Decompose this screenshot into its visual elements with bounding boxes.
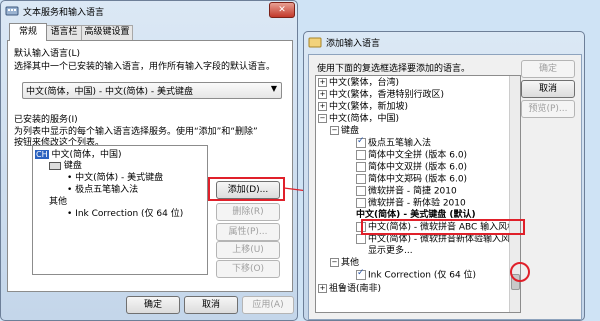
checkbox[interactable]: [356, 186, 366, 196]
right-window-title: 添加输入语言: [326, 38, 381, 49]
kb-quanpin[interactable]: 简体中文全拼 (版本 6.0): [356, 150, 467, 161]
kb-ms-jianjie[interactable]: 微软拼音 - 简捷 2010: [356, 186, 457, 197]
lang-row-zulu[interactable]: + 祖鲁语(南非): [318, 284, 381, 295]
checkbox[interactable]: [356, 198, 366, 208]
scroll-highlight-circle: [510, 262, 530, 282]
folder-icon: [308, 35, 322, 49]
collapse-icon[interactable]: −: [318, 114, 327, 123]
right-cancel-button[interactable]: 取消: [521, 80, 575, 98]
collapse-icon[interactable]: −: [330, 258, 339, 267]
right-body: 使用下面的复选框选择要添加的语言。 确定 取消 预览(P)... + 中文(繁体，…: [308, 54, 582, 320]
checkbox-checked[interactable]: [356, 136, 366, 148]
ink-correction-row[interactable]: Ink Correction (仅 64 位): [356, 268, 476, 281]
kb-ms-new[interactable]: 中文(简体) - 微软拼音新体验输入风格: [356, 234, 519, 245]
tab-general[interactable]: 常规: [9, 23, 47, 41]
collapse-icon[interactable]: −: [330, 126, 339, 135]
expand-icon[interactable]: +: [318, 90, 327, 99]
lang-row-zh-hk[interactable]: + 中文(繁体，香港特别行政区): [318, 90, 444, 101]
right-ok-button[interactable]: 确定: [521, 60, 575, 78]
ms-abc-highlight: [361, 219, 525, 235]
lang-row-zh-tw[interactable]: + 中文(繁体，台湾): [318, 78, 399, 89]
checkbox[interactable]: [356, 174, 366, 184]
kb-jidian[interactable]: 极点五笔输入法: [356, 136, 431, 149]
add-lang-desc: 使用下面的复选框选择要添加的语言。: [317, 64, 471, 74]
right-dialog: 添加输入语言 使用下面的复选框选择要添加的语言。 确定 取消 预览(P)... …: [303, 31, 585, 321]
preview-button[interactable]: 预览(P)...: [521, 100, 575, 118]
expand-icon[interactable]: +: [318, 284, 327, 293]
keyboard-group-row[interactable]: − 键盘: [330, 126, 359, 137]
expand-icon[interactable]: +: [318, 78, 327, 87]
kb-ms-xintiyan[interactable]: 微软拼音 - 新体验 2010: [356, 198, 466, 209]
other-group-row[interactable]: − 其他: [330, 258, 359, 269]
show-more-link[interactable]: 显示更多...: [368, 246, 413, 257]
expand-icon[interactable]: +: [318, 102, 327, 111]
checkbox[interactable]: [356, 234, 366, 244]
kb-zhengma[interactable]: 简体中文郑码 (版本 6.0): [356, 174, 467, 185]
checkbox[interactable]: [356, 162, 366, 172]
right-titlebar: 添加输入语言: [304, 32, 584, 52]
kb-shuangpin[interactable]: 简体中文双拼 (版本 6.0): [356, 162, 467, 173]
checkbox[interactable]: [356, 150, 366, 160]
lang-row-zh-cn[interactable]: − 中文(简体，中国): [318, 114, 399, 125]
lang-row-zh-sg[interactable]: + 中文(繁体，新加坡): [318, 102, 408, 113]
add-lang-tree[interactable]: + 中文(繁体，台湾) + 中文(繁体，香港特别行政区) + 中文(繁体，新加坡) −…: [315, 75, 521, 313]
checkbox-checked[interactable]: [356, 268, 366, 280]
